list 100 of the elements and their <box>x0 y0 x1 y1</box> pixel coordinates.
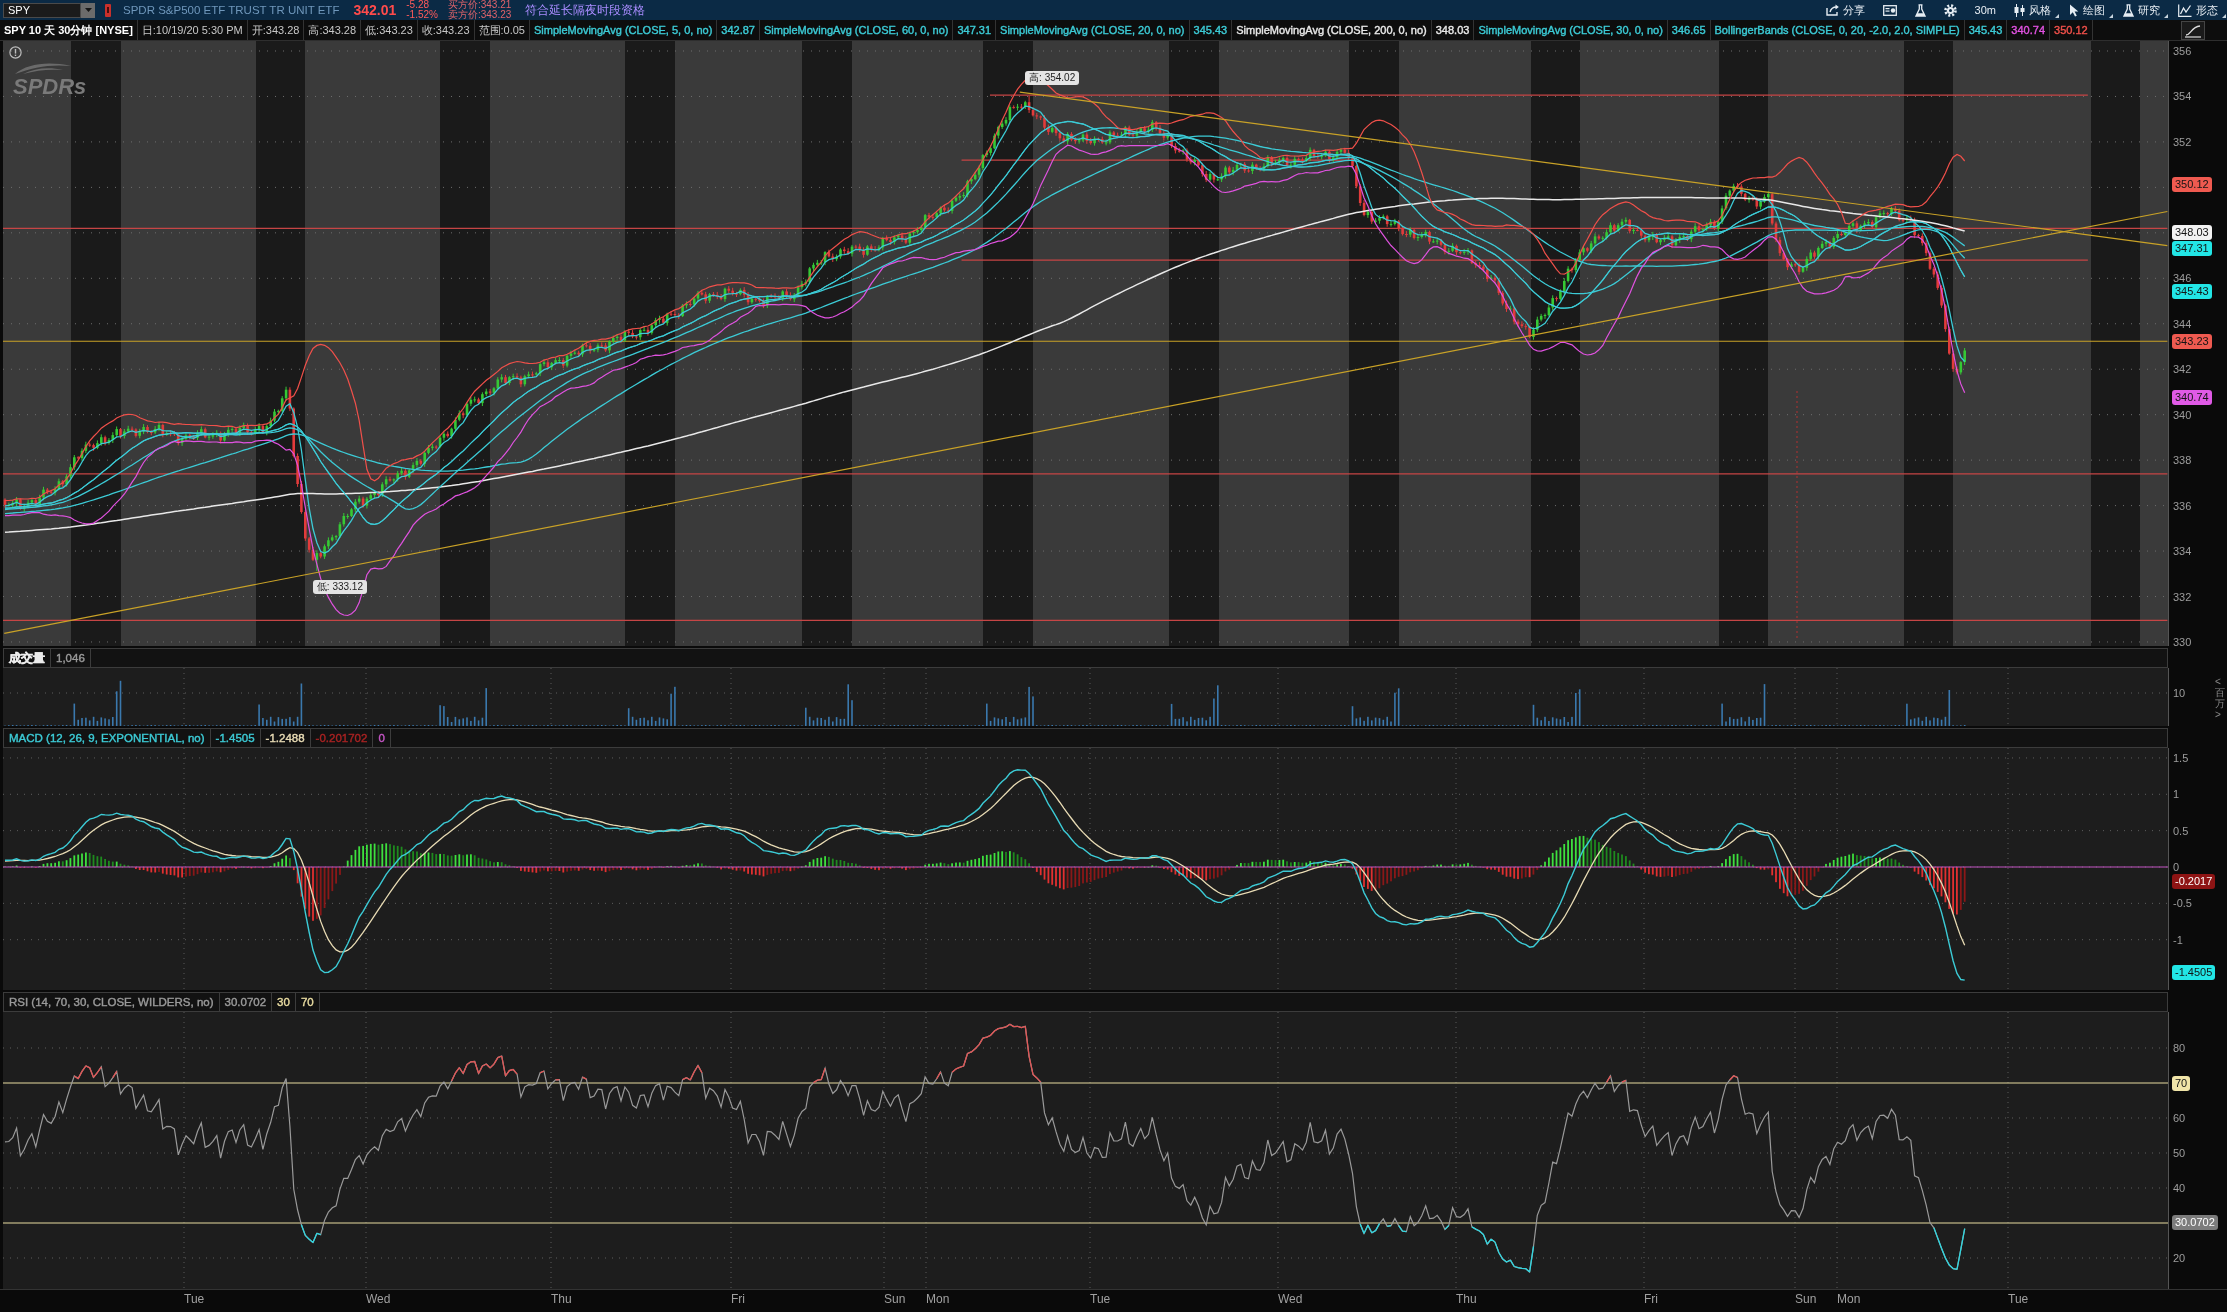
low-price-callout: 低: 333.12 <box>312 580 367 595</box>
study-label: MACD (12, 26, 9, EXPONENTIAL, no) <box>9 731 205 745</box>
axis-label: 338 <box>2173 454 2192 467</box>
time-axis-label: Mon <box>1837 1292 1861 1306</box>
caret-icon <box>84 8 92 12</box>
axis-label: 354 <box>2173 90 2192 103</box>
axis-label: 330 <box>2173 635 2192 648</box>
axis-label: 1 <box>2173 788 2180 801</box>
ask-price: 卖方价:343.23 <box>447 10 512 20</box>
study-value: 350.12 <box>2054 23 2088 37</box>
axis-label: 10 <box>2173 687 2186 699</box>
quote-field: 范围:0.05 <box>478 23 525 37</box>
timeframe-button[interactable]: 30m <box>1965 0 2005 20</box>
value-badge: 350.12 <box>2172 177 2212 193</box>
axis-label: 0.5 <box>2173 824 2189 837</box>
study-label: SimpleMovingAvg (CLOSE, 60, 0, no) <box>763 23 949 37</box>
last-price: 342.01 <box>353 2 397 18</box>
indicator-button[interactable] <box>2181 21 2205 40</box>
study-value: 346.65 <box>1671 23 1706 37</box>
dropdown-button[interactable] <box>81 2 95 18</box>
study-value: 342.87 <box>721 23 755 37</box>
value-badge: 347.31 <box>2172 241 2212 256</box>
time-axis-label: Fri <box>731 1292 745 1306</box>
flask-icon <box>1914 3 1926 17</box>
chart-title: SPY 10 天 30分钟 [NYSE] <box>4 23 133 37</box>
candlestick-icon <box>2014 3 2025 17</box>
axis-label: 340 <box>2173 408 2192 421</box>
study-value: 1,046 <box>56 651 85 665</box>
axis-label: 0 <box>2173 861 2180 873</box>
axis-label: 332 <box>2173 590 2192 603</box>
study-label: BollingerBands (CLOSE, 0, 20, -2.0, 2.0, SIMPLE) <box>1714 23 1960 37</box>
study-value: -0.201702 <box>315 731 368 745</box>
style-button[interactable]: 风格 <box>2005 0 2060 20</box>
axis-label: 40 <box>2173 1182 2186 1194</box>
marker-icon <box>105 3 111 17</box>
axis-label: 342 <box>2173 363 2192 376</box>
study-label: SimpleMovingAvg (CLOSE, 30, 0, no) <box>1478 23 1663 37</box>
axis-label: 356 <box>2173 45 2192 57</box>
corner-caret-icon <box>2222 14 2226 18</box>
study-value: 345.43 <box>1193 23 1228 37</box>
value-badge: -1.4505 <box>2172 964 2216 980</box>
study-value: 30.0702 <box>224 995 267 1009</box>
symbol-field[interactable]: SPY <box>3 2 81 18</box>
logo-text: SPDRs <box>13 75 87 99</box>
settings-icon <box>1943 3 1957 17</box>
time-axis-label: Wed <box>1278 1292 1303 1306</box>
value-badge: 343.23 <box>2172 333 2212 349</box>
time-axis-label: Mon <box>926 1292 950 1306</box>
high-price-callout: 高: 354.02 <box>1025 71 1080 85</box>
corner-caret-icon <box>2055 14 2059 18</box>
value-badge: -0.2017 <box>2172 874 2216 890</box>
value-badge: 340.74 <box>2172 390 2212 406</box>
percent-change: -1.52% <box>406 10 438 20</box>
corner-caret-icon <box>2164 14 2168 18</box>
study-value: 345.43 <box>1968 23 2003 37</box>
axis-label: -0.5 <box>2173 897 2192 910</box>
study-value: -1.4505 <box>215 731 255 745</box>
study-value: 30 <box>277 995 290 1009</box>
axis-label: 346 <box>2173 272 2192 285</box>
axis-label: 20 <box>2173 1252 2186 1264</box>
news-icon <box>1882 4 1897 16</box>
axis-label: 344 <box>2173 317 2192 330</box>
axis-label: -1 <box>2173 933 2183 946</box>
drawing-button[interactable]: 绘图 <box>2060 0 2114 20</box>
time-axis-label: Wed <box>366 1292 391 1306</box>
corner-caret-icon <box>2109 14 2113 18</box>
study-label: SimpleMovingAvg (CLOSE, 200, 0, no) <box>1236 23 1427 37</box>
time-axis-label: Sun <box>1795 1292 1817 1306</box>
study-value: 347.31 <box>957 23 992 37</box>
study-value: 340.74 <box>2011 23 2045 37</box>
value-badge: 70 <box>2172 1075 2191 1091</box>
time-axis-label: Sun <box>884 1292 906 1306</box>
study-label: SimpleMovingAvg (CLOSE, 5, 0, no) <box>534 23 713 37</box>
time-axis-label: Fri <box>1644 1292 1658 1306</box>
study-label: RSI (14, 70, 30, CLOSE, WILDERS, no) <box>9 995 214 1009</box>
quote-field: 收:343.23 <box>421 23 470 37</box>
overnight-eligibility-label: 符合延长隔夜时段资格 <box>524 2 647 18</box>
info-icon <box>9 46 22 59</box>
cursor-icon <box>2069 3 2079 17</box>
security-name: SPDR S&P500 ETF TRUST TR UNIT ETF <box>123 4 340 16</box>
time-axis-label: Tue <box>2008 1292 2029 1306</box>
axis-label: 50 <box>2173 1147 2186 1159</box>
study-label: SimpleMovingAvg (CLOSE, 20, 0, no) <box>1000 23 1185 37</box>
study-label: 成交量 <box>9 651 45 665</box>
patterns-button[interactable]: 形态 <box>2169 0 2227 20</box>
bid-price: 买方价:343.21 <box>447 0 512 10</box>
study-value: 348.03 <box>1435 23 1470 37</box>
price-change: -5.28 <box>406 0 431 10</box>
study-value: -1.2488 <box>265 731 305 745</box>
axis-label: 334 <box>2173 545 2192 558</box>
quote-field: 高:343.28 <box>308 23 357 37</box>
time-axis-label: Thu <box>1456 1292 1477 1306</box>
axis-unit-label: <百万> <box>2215 676 2225 720</box>
studies-button[interactable]: 研究 <box>2114 0 2169 20</box>
value-badge: 345.43 <box>2172 283 2212 299</box>
quote-field: 开:343.28 <box>251 23 300 37</box>
flask-icon <box>2123 3 2134 17</box>
share-button[interactable]: 分享 <box>1816 0 1874 20</box>
axis-label: 352 <box>2173 135 2192 148</box>
axis-label: 336 <box>2173 499 2192 512</box>
